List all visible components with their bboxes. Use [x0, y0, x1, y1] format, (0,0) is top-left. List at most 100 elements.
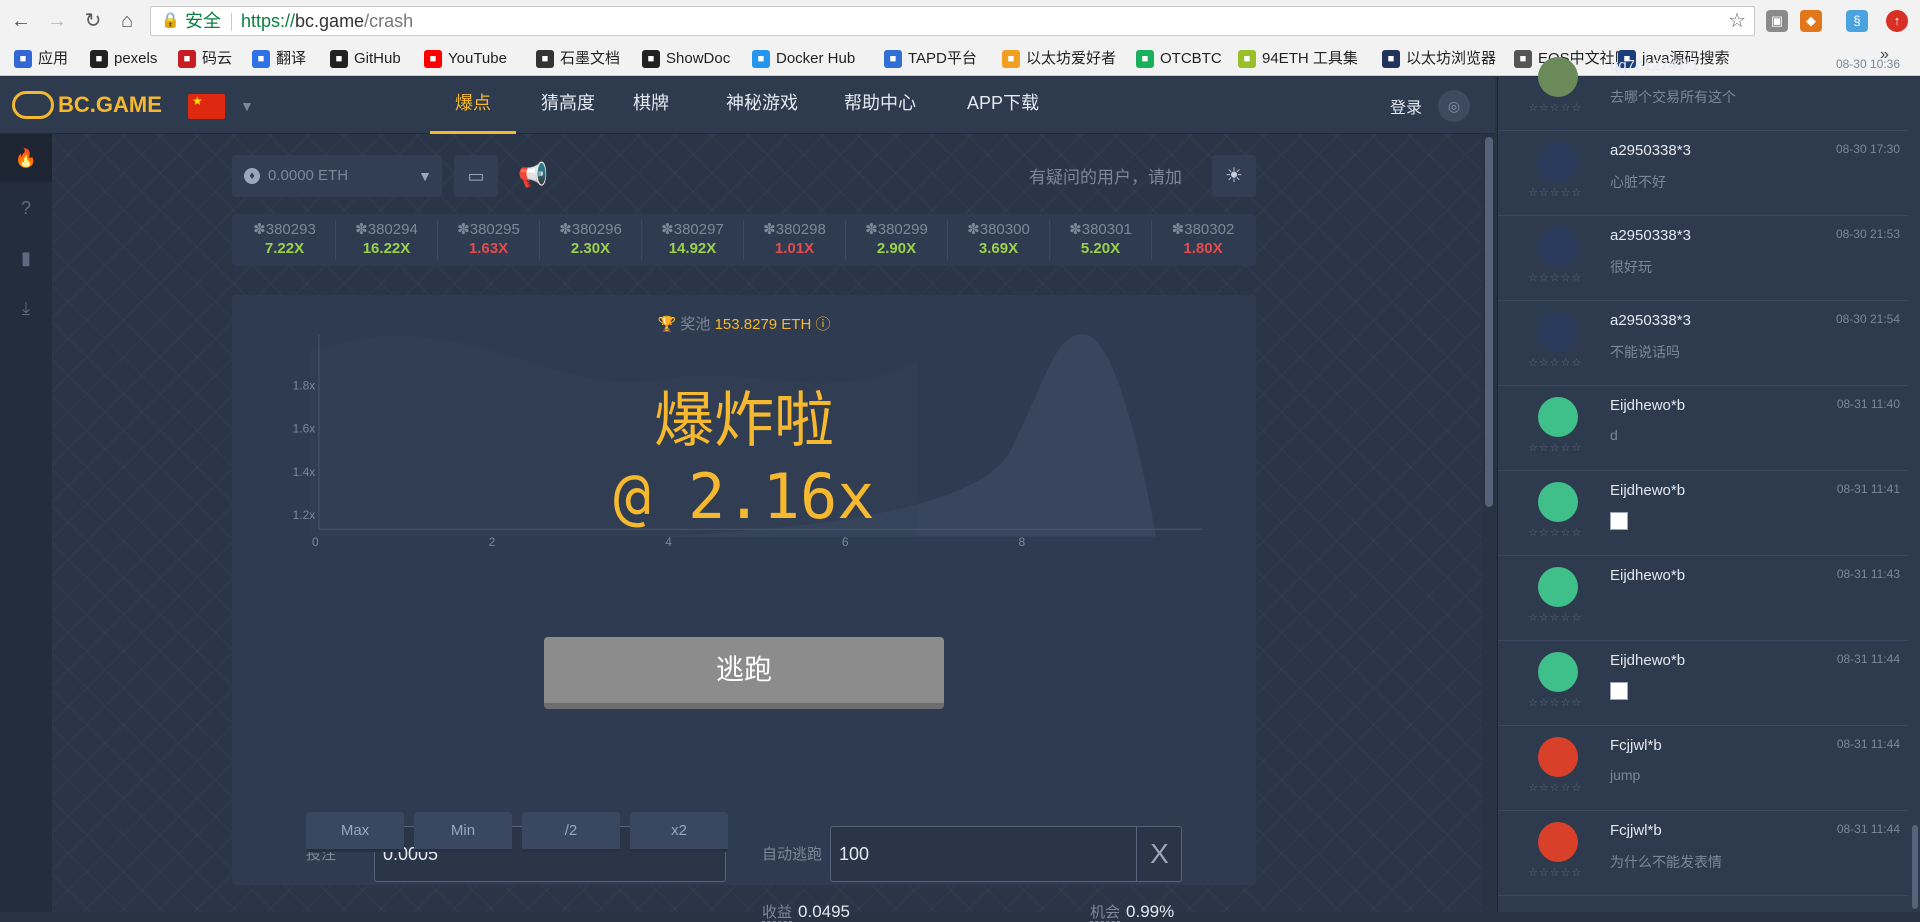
nav-tab-0[interactable]: 爆点	[430, 77, 516, 134]
nav-tab-5[interactable]: APP下载	[948, 77, 1058, 134]
history-item[interactable]: ✽380295 1.63X	[438, 220, 540, 260]
history-item[interactable]: ✽380293 7.22X	[234, 220, 336, 260]
quick-bet-button[interactable]: Min	[414, 812, 512, 852]
chat-username[interactable]: qq7612741*1	[1610, 57, 1699, 74]
avatar[interactable]	[1538, 142, 1578, 182]
bookmark-translate[interactable]: ■ 翻译	[252, 48, 306, 70]
translate-icon: ■	[252, 50, 270, 68]
chat-username[interactable]: a2950338*3	[1610, 227, 1691, 244]
crash-history: ✽380293 7.22X ✽380294 16.22X ✽380295 1.63X ✽38…	[232, 214, 1256, 266]
history-round-id: ✽380302	[1171, 221, 1235, 238]
history-round-id: ✽380296	[559, 221, 622, 238]
chat-username[interactable]: a2950338*3	[1610, 142, 1691, 159]
logo[interactable]: BC.GAME	[12, 87, 162, 123]
round-icon: ✽	[1069, 221, 1082, 238]
chat-message: ☆☆☆☆☆ qq7612741*1 08-30 10:36 去哪个交易所有这个	[1498, 47, 1908, 131]
nav-tab-4[interactable]: 帮助中心	[830, 77, 930, 134]
metamask-extension-icon[interactable]: ◆	[1800, 10, 1822, 32]
avatar[interactable]	[1538, 822, 1578, 862]
history-item[interactable]: ✽380299 2.90X	[846, 220, 948, 260]
quick-bet-button[interactable]: /2	[522, 812, 620, 852]
avatar[interactable]	[1538, 57, 1578, 97]
avatar[interactable]	[1538, 312, 1578, 352]
bookmark-camera[interactable]: ■ pexels	[90, 48, 157, 70]
chat-username[interactable]: Eijdhewo*b	[1610, 482, 1685, 499]
chat-username[interactable]: Eijdhewo*b	[1610, 397, 1685, 414]
bookmark-label: 码云	[202, 50, 233, 67]
youtube-icon: ■	[424, 50, 442, 68]
avatar[interactable]	[1538, 737, 1578, 777]
theme-toggle-button[interactable]: ☀	[1212, 155, 1256, 197]
bust-display: 爆炸啦 @ 2.16x	[232, 385, 1256, 537]
nav-tab-2[interactable]: 棋牌	[620, 77, 682, 134]
history-item[interactable]: ✽380296 2.30X	[540, 220, 642, 260]
avatar[interactable]	[1538, 482, 1578, 522]
china-flag-icon[interactable]: ★	[188, 94, 225, 119]
bookmark-tool[interactable]: ■ 94ETH 工具集	[1238, 48, 1358, 70]
fire-icon[interactable]: 🔥	[0, 134, 52, 182]
history-item[interactable]: ✽380294 16.22X	[336, 220, 438, 260]
chat-scrollbar[interactable]	[1912, 825, 1918, 909]
quick-bet-button[interactable]: x2	[630, 812, 728, 852]
notice-ticker: 有疑问的用户，请加	[1029, 168, 1182, 187]
history-multiplier: 1.01X	[774, 240, 815, 257]
page-scrollbar[interactable]	[1485, 137, 1493, 507]
bookmark-etherscan[interactable]: ■ 以太坊浏览器	[1382, 48, 1496, 70]
chat-username[interactable]: a2950338*3	[1610, 312, 1691, 329]
back-icon[interactable]: ←	[8, 8, 34, 34]
avatar[interactable]	[1538, 397, 1578, 437]
rating-stars-icon: ☆☆☆☆☆	[1528, 272, 1583, 284]
history-round-id: ✽380301	[1069, 221, 1132, 238]
history-item[interactable]: ✽380300 3.69X	[948, 220, 1050, 260]
nav-tab-3[interactable]: 神秘游戏	[708, 77, 816, 134]
bookmark-shimo[interactable]: ■ 石墨文档	[536, 48, 620, 70]
stats-icon[interactable]: ▮	[0, 234, 52, 282]
chat-username[interactable]: Eijdhewo*b	[1610, 652, 1685, 669]
round-icon: ✽	[355, 221, 368, 238]
balance-select[interactable]: ♦ 0.0000 ETH ▼	[232, 155, 442, 197]
chat-time: 08-31 11:43	[1836, 567, 1900, 581]
user-icon[interactable]: ◎	[1438, 90, 1470, 122]
bookmark-docker[interactable]: ■ Docker Hub	[752, 48, 855, 70]
bookmark-star-icon[interactable]: ☆	[1728, 7, 1746, 35]
download-icon[interactable]: ⤓	[0, 284, 52, 332]
bookmark-ethereum[interactable]: ■ 以太坊爱好者	[1002, 48, 1116, 70]
login-link[interactable]: 登录	[1390, 94, 1422, 118]
avatar[interactable]	[1538, 652, 1578, 692]
home-icon[interactable]: ⌂	[114, 8, 140, 34]
escape-button[interactable]: 逃跑	[544, 637, 944, 709]
chat-time: 08-31 11:40	[1836, 397, 1900, 411]
showdoc-icon: ■	[642, 50, 660, 68]
chevron-down-icon[interactable]: ▼	[240, 98, 254, 114]
wallet-button[interactable]: ▭	[454, 155, 498, 197]
bookmark-showdoc[interactable]: ■ ShowDoc	[642, 48, 730, 70]
forward-icon[interactable]: →	[44, 8, 70, 34]
chat-username[interactable]: Fcjjwl*b	[1610, 822, 1662, 839]
help-icon[interactable]: ?	[0, 184, 52, 232]
chat-username[interactable]: Eijdhewo*b	[1610, 567, 1685, 584]
history-item[interactable]: ✽380297 14.92X	[642, 220, 744, 260]
history-item[interactable]: ✽380298 1.01X	[744, 220, 846, 260]
history-round-id: ✽380298	[763, 221, 826, 238]
auto-escape-input[interactable]: 100	[830, 826, 1182, 882]
bookmark-tapd[interactable]: ■ TAPD平台	[884, 48, 977, 70]
bookmark-gitee[interactable]: ■ 码云	[178, 48, 232, 70]
nav-tab-1[interactable]: 猜高度	[528, 77, 608, 134]
bookmark-apps[interactable]: ■ 应用	[14, 48, 68, 70]
chat-text: 去哪个交易所有这个	[1610, 89, 1736, 105]
bookmark-github[interactable]: ■ GitHub	[330, 48, 401, 70]
bookmark-youtube[interactable]: ■ YouTube	[424, 48, 507, 70]
history-item[interactable]: ✽380302 1.80X	[1152, 220, 1254, 260]
address-bar[interactable]: 🔒 安全 https://bc.game/crash ☆	[150, 6, 1755, 36]
reload-icon[interactable]: ↻	[80, 8, 106, 34]
upload-extension-icon[interactable]: ↑	[1886, 10, 1908, 32]
chat-username[interactable]: Fcjjwl*b	[1610, 737, 1662, 754]
translate-extension-icon[interactable]: §	[1846, 10, 1868, 32]
history-item[interactable]: ✽380301 5.20X	[1050, 220, 1152, 260]
clear-auto-escape-button[interactable]: X	[1136, 826, 1182, 882]
bookmark-otcbtc[interactable]: ■ OTCBTC	[1136, 48, 1222, 70]
avatar[interactable]	[1538, 227, 1578, 267]
avatar[interactable]	[1538, 567, 1578, 607]
cube-extension-icon[interactable]: ▣	[1766, 10, 1788, 32]
quick-bet-button[interactable]: Max	[306, 812, 404, 852]
